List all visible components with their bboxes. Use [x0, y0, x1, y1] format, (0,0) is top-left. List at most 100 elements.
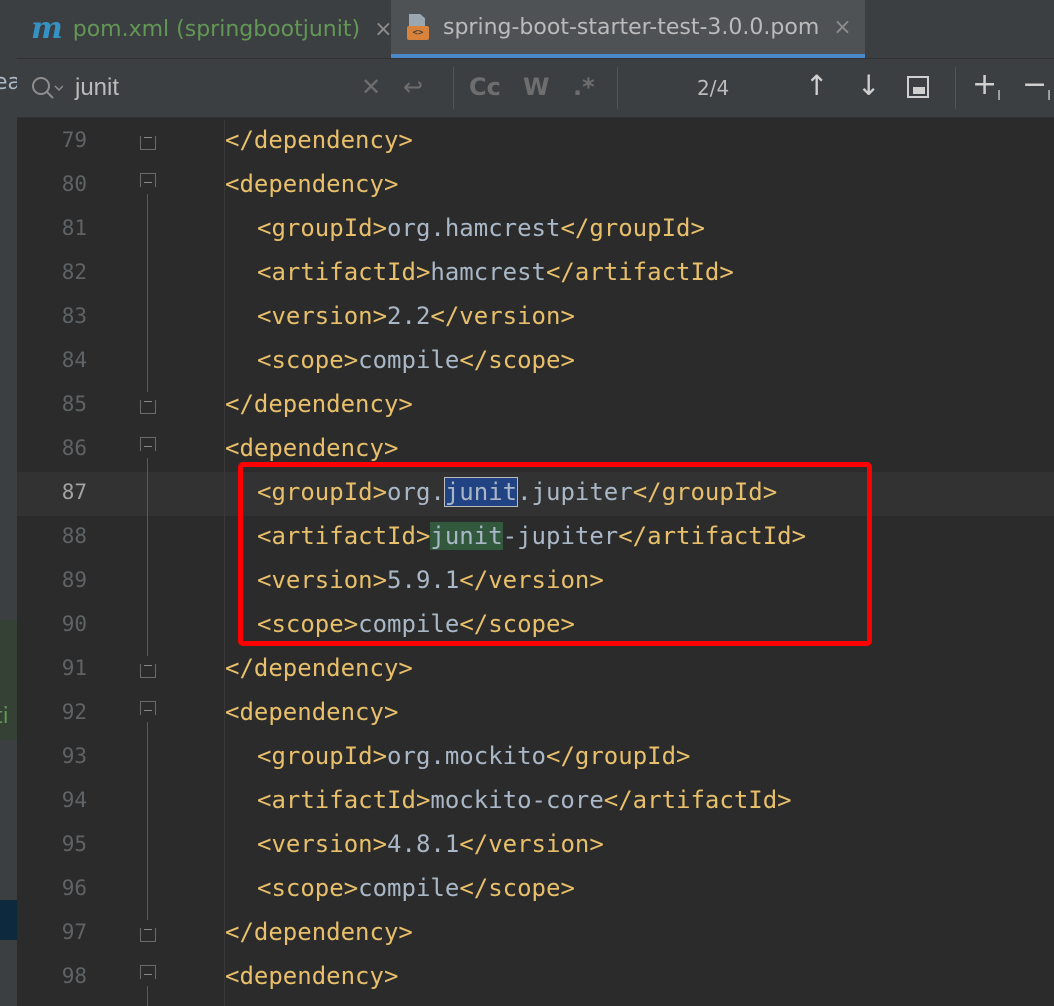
tab-label: pom.xml (springbootjunit) [72, 16, 361, 42]
match-count: 2/4 [697, 76, 730, 100]
xml-tag: <version> [257, 302, 388, 330]
arrow-down-icon[interactable]: ↓ [857, 69, 880, 102]
code-text: <version>4.8.1</version> [257, 830, 604, 858]
line-number: 91 [61, 656, 87, 680]
fold-end-icon[interactable] [140, 921, 156, 942]
xml-tag: </artifactId> [545, 258, 734, 286]
code-text: <dependency> [225, 434, 398, 462]
code-line[interactable]: 95 <version>4.8.1</version> [17, 824, 1054, 868]
separator [617, 67, 618, 109]
add-occurrence-icon[interactable]: +I [972, 67, 1001, 104]
fold-guide [147, 986, 148, 1006]
close-icon[interactable]: × [374, 17, 392, 42]
code-text: <scope>compile</scope> [257, 874, 575, 902]
line-number: 81 [61, 216, 87, 240]
line-number: 80 [61, 172, 87, 196]
line-number: 82 [61, 260, 87, 284]
xml-tag: <dependency> [225, 170, 399, 198]
xml-text: 2.2 [387, 302, 431, 330]
clear-search-icon[interactable]: ✕ [361, 73, 381, 101]
code-line[interactable]: 79 </dependency> [17, 120, 1054, 164]
indent-guide [224, 120, 225, 1006]
code-line[interactable]: 82 <artifactId>hamcrest</artifactId> [17, 252, 1054, 296]
project-panel-text-fragment: ea [0, 70, 17, 95]
fold-start-icon[interactable] [140, 437, 156, 458]
code-text: </dependency> [225, 390, 413, 418]
line-number: 90 [61, 612, 87, 636]
line-number: 92 [61, 700, 87, 724]
code-line[interactable]: 97 </dependency> [17, 912, 1054, 956]
xml-text: org.hamcrest [387, 214, 561, 242]
match-case-toggle[interactable]: Cc [469, 73, 501, 101]
words-toggle[interactable]: W [523, 73, 549, 101]
code-text: <dependency> [225, 698, 398, 726]
code-text: <scope>compile</scope> [257, 346, 575, 374]
xml-tag: </dependency> [225, 654, 413, 682]
line-number: 95 [61, 832, 87, 856]
code-line[interactable]: 91 </dependency> [17, 648, 1054, 692]
fold-end-icon[interactable] [140, 393, 156, 414]
code-line[interactable]: 98 <dependency> [17, 956, 1054, 1000]
pom-file-icon: <> [407, 14, 429, 40]
xml-tag: <artifactId> [257, 786, 431, 814]
xml-tag: <dependency> [225, 962, 399, 990]
code-text: <dependency> [225, 962, 398, 990]
separator [955, 67, 956, 109]
xml-tag: <groupId> [257, 742, 388, 770]
xml-tag: <artifactId> [257, 258, 431, 286]
line-number: 94 [61, 788, 87, 812]
new-line-icon[interactable]: ↩ [403, 73, 423, 101]
code-editor[interactable]: 79 </dependency> 80 <dependency> 81 <groupId>… [17, 120, 1054, 1006]
code-line[interactable]: 92 <dependency> [17, 692, 1054, 736]
fold-start-icon[interactable] [140, 173, 156, 194]
line-number: 84 [61, 348, 87, 372]
code-line[interactable]: 81 <groupId>org.hamcrest</groupId> [17, 208, 1054, 252]
search-input[interactable]: junit ✕ ↩ [17, 59, 447, 117]
xml-tag: <scope> [257, 346, 359, 374]
code-line[interactable]: 96 <scope>compile</scope> [17, 868, 1054, 912]
line-number: 79 [61, 128, 87, 152]
fold-guide [147, 722, 148, 920]
fold-end-icon[interactable] [140, 657, 156, 678]
xml-tag: </dependency> [225, 126, 413, 154]
search-icon[interactable] [31, 76, 63, 102]
regex-toggle[interactable]: .* [573, 73, 595, 101]
arrow-up-icon[interactable]: ↑ [805, 69, 828, 102]
find-bar: junit ✕ ↩ Cc W .* 2/4 ↑ ↓ +I −I [17, 59, 1054, 118]
code-line[interactable]: 93 <groupId>org.mockito</groupId> [17, 736, 1054, 780]
xml-tag: </artifactId> [603, 786, 792, 814]
line-number: 86 [61, 436, 87, 460]
xml-tag: </groupId> [546, 742, 691, 770]
code-line[interactable]: 83 <version>2.2</version> [17, 296, 1054, 340]
line-number: 87 [61, 480, 87, 504]
xml-tag: </version> [459, 830, 604, 858]
xml-text: 4.8.1 [387, 830, 460, 858]
code-text: </dependency> [225, 918, 413, 946]
xml-tag: <dependency> [225, 698, 399, 726]
line-number: 89 [61, 568, 87, 592]
tab-pom-xml[interactable]: m pom.xml (springbootjunit) × [31, 0, 399, 58]
remove-occurrence-icon[interactable]: −I [1022, 67, 1051, 104]
fold-start-icon[interactable] [140, 701, 156, 722]
xml-tag: </version> [430, 302, 575, 330]
line-number: 97 [61, 920, 87, 944]
line-number: 98 [61, 964, 87, 988]
project-panel-selection [0, 900, 17, 940]
code-line[interactable]: 84 <scope>compile</scope> [17, 340, 1054, 384]
annotation-highlight-box [238, 462, 872, 646]
fold-guide [147, 458, 148, 656]
filter-icon[interactable] [907, 76, 929, 98]
code-text: <groupId>org.mockito</groupId> [257, 742, 691, 770]
code-line[interactable]: 80 <dependency> [17, 164, 1054, 208]
search-query: junit [75, 74, 120, 101]
close-icon[interactable]: × [833, 15, 851, 40]
fold-end-icon[interactable] [140, 129, 156, 150]
code-text: <dependency> [225, 170, 398, 198]
code-text: </dependency> [225, 126, 413, 154]
project-panel-edge: ea ti [0, 0, 18, 1006]
code-line[interactable]: 85 </dependency> [17, 384, 1054, 428]
line-number: 85 [61, 392, 87, 416]
fold-start-icon[interactable] [140, 965, 156, 986]
tab-spring-boot-starter-test-pom[interactable]: <> spring-boot-starter-test-3.0.0.pom × [391, 0, 865, 58]
code-line[interactable]: 94 <artifactId>mockito-core</artifactId> [17, 780, 1054, 824]
